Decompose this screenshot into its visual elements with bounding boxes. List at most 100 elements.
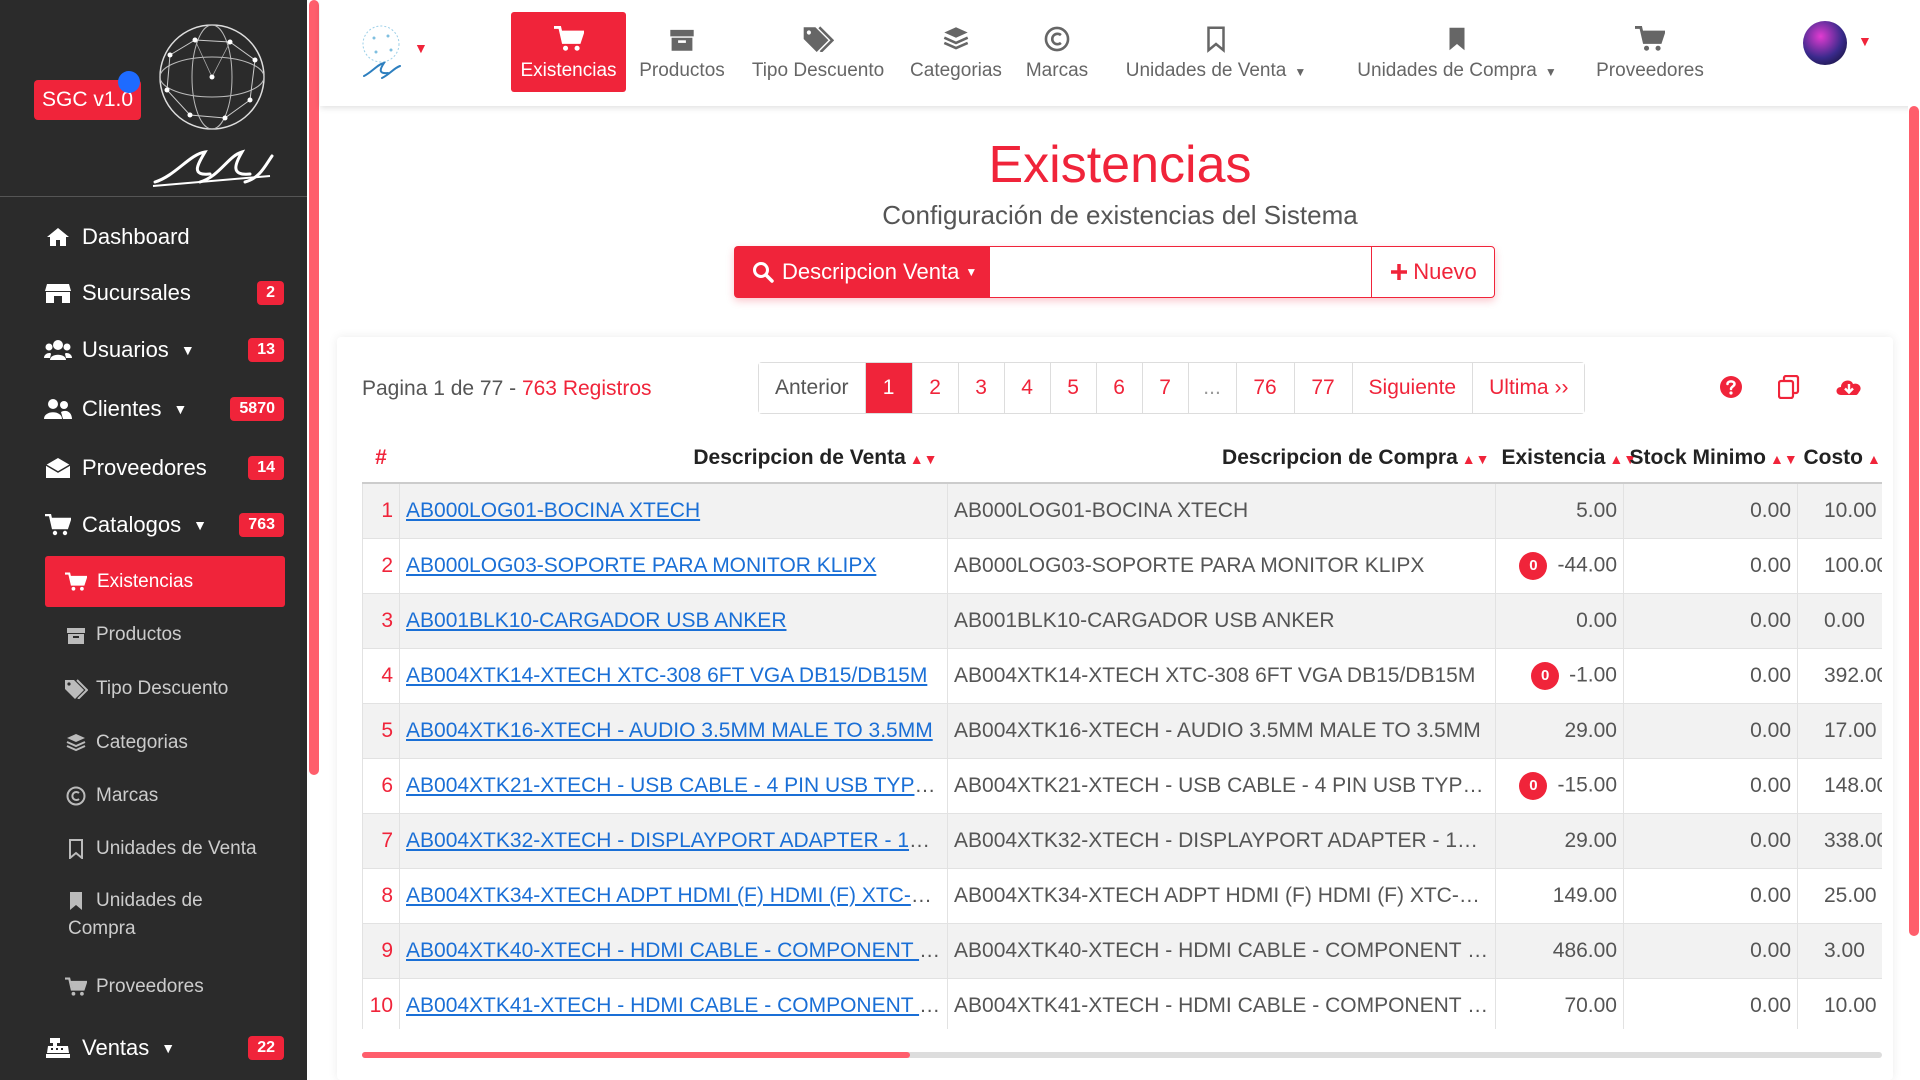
- table-row[interactable]: 8 AB004XTK34-XTECH ADPT HDMI (F) HDMI (F)…: [362, 867, 1882, 924]
- column-header-existencia[interactable]: Existencia ▲▼: [1495, 433, 1637, 484]
- search-filter-dropdown[interactable]: Descripcion Venta ▼: [734, 246, 990, 298]
- pagination: Anterior 1 2 3 4 5 6 7 ... 76 77 Siguien…: [758, 362, 1586, 414]
- pagination-page[interactable]: 4: [1003, 363, 1050, 413]
- user-avatar[interactable]: [1803, 21, 1847, 65]
- product-link[interactable]: AB004XTK34-XTECH ADPT HDMI (F) HDMI (F) …: [406, 884, 946, 907]
- pagination-page[interactable]: 77: [1293, 363, 1352, 413]
- sidebar-item-dashboard[interactable]: Dashboard: [44, 217, 284, 257]
- product-link[interactable]: AB004XTK14-XTECH XTC-308 6FT VGA DB15/DB…: [406, 664, 927, 687]
- sidebar-item-sucursales[interactable]: Sucursales 2: [44, 273, 284, 313]
- user-menu-caret-icon[interactable]: ▼: [1858, 33, 1872, 49]
- table-row[interactable]: 7 AB004XTK32-XTECH - DISPLAYPORT ADAPTER …: [362, 812, 1882, 869]
- cell-costo: 10.00: [1797, 977, 1882, 1029]
- brand-dropdown-caret-icon[interactable]: ▼: [414, 40, 428, 56]
- topnav-proveedores[interactable]: Proveedores: [1590, 12, 1710, 92]
- topnav-marcas[interactable]: Marcas: [1021, 12, 1093, 92]
- table-row[interactable]: 2 AB000LOG03-SOPORTE PARA MONITOR KLIPX AB…: [362, 537, 1882, 594]
- existencia-value: 5.00: [1576, 498, 1617, 522]
- topnav-categorias[interactable]: Categorias: [906, 12, 1006, 92]
- table-row[interactable]: 10 AB004XTK41-XTECH - HDMI CABLE - COMPON…: [362, 977, 1882, 1029]
- topnav-productos[interactable]: Productos: [632, 12, 732, 92]
- sidebar-item-proveedores[interactable]: Proveedores 14: [44, 448, 284, 488]
- pagination-next[interactable]: Siguiente: [1351, 363, 1473, 413]
- pagination-page[interactable]: 7: [1141, 363, 1188, 413]
- table-row[interactable]: 4 AB004XTK14-XTECH XTC-308 6FT VGA DB15/D…: [362, 647, 1882, 704]
- sidebar-subitem-marcas[interactable]: Marcas: [64, 785, 158, 807]
- layers-icon: [64, 732, 88, 754]
- sidebar-item-clientes[interactable]: Clientes ▼ 5870: [44, 389, 284, 429]
- existencia-value: -15.00: [1557, 773, 1617, 797]
- cell-existencia: 29.00: [1495, 812, 1624, 869]
- cell-existencia: 0.00: [1495, 592, 1624, 649]
- product-link[interactable]: AB004XTK32-XTECH - DISPLAYPORT ADAPTER -…: [406, 829, 947, 852]
- table-row[interactable]: 6 AB004XTK21-XTECH - USB CABLE - 4 PIN US…: [362, 757, 1882, 814]
- pagination-page[interactable]: 1: [864, 363, 912, 413]
- product-link[interactable]: AB004XTK21-XTECH - USB CABLE - 4 PIN USB…: [406, 774, 947, 797]
- cloud-download-icon[interactable]: [1834, 374, 1864, 400]
- sidebar-item-ventas[interactable]: Ventas ▼ 22: [44, 1028, 284, 1068]
- topnav-unidades-venta[interactable]: Unidades de Venta ▼: [1118, 12, 1314, 92]
- bookmark-icon: [64, 890, 88, 912]
- existencias-table: # Descripcion de Venta ▲▼ Descripcion de …: [362, 433, 1882, 1029]
- table-row[interactable]: 3 AB001BLK10-CARGADOR USB ANKER AB001BLK10…: [362, 592, 1882, 649]
- sidebar-subitem-label: Categorias: [96, 732, 188, 753]
- column-header-desc-compra[interactable]: Descripcion de Compra ▲▼: [947, 433, 1496, 484]
- sidebar-subitem-tipo-descuento[interactable]: Tipo Descuento: [64, 678, 228, 700]
- bookmark-icon: [1447, 22, 1467, 56]
- new-button[interactable]: Nuevo: [1371, 246, 1495, 298]
- existencias-table-container[interactable]: # Descripcion de Venta ▲▼ Descripcion de …: [362, 433, 1882, 1029]
- topnav-label: Unidades de Venta: [1125, 60, 1287, 81]
- sidebar-logo-area: SGC v1.0: [0, 0, 307, 197]
- product-link[interactable]: AB004XTK41-XTECH - HDMI CABLE - COMPONEN…: [406, 994, 947, 1017]
- copy-icon[interactable]: [1776, 374, 1802, 400]
- table-horizontal-scrollbar-thumb[interactable]: [362, 1052, 910, 1058]
- product-link[interactable]: AB004XTK16-XTECH - AUDIO 3.5MM MALE TO 3…: [406, 719, 933, 742]
- sidebar-item-usuarios[interactable]: Usuarios ▼ 13: [44, 330, 284, 370]
- table-row[interactable]: 9 AB004XTK40-XTECH - HDMI CABLE - COMPONE…: [362, 922, 1882, 979]
- sidebar-subitem-categorias[interactable]: Categorias: [64, 732, 188, 754]
- cell-desc-compra: AB004XTK21-XTECH - USB CABLE - 4 PIN USB…: [947, 757, 1496, 814]
- pagination-prev[interactable]: Anterior: [759, 363, 865, 413]
- help-icon[interactable]: [1718, 374, 1744, 400]
- count-badge: 2: [257, 281, 284, 305]
- cell-stock-minimo: 0.00: [1623, 592, 1798, 649]
- product-link[interactable]: AB000LOG01-BOCINA XTECH: [406, 499, 700, 522]
- sidebar-subitem-label: Unidades de Venta: [96, 838, 257, 859]
- pagination-page[interactable]: 76: [1235, 363, 1294, 413]
- table-row[interactable]: 5 AB004XTK16-XTECH - AUDIO 3.5MM MALE TO …: [362, 702, 1882, 759]
- column-header-costo[interactable]: Costo▲▼: [1797, 433, 1882, 484]
- main-scrollbar-thumb[interactable]: [1909, 106, 1919, 936]
- topnav-unidades-compra[interactable]: Unidades de Compra ▼: [1350, 12, 1564, 92]
- sidebar-item-catalogos[interactable]: Catalogos ▼ 763: [44, 505, 284, 545]
- pagination-page[interactable]: 2: [911, 363, 958, 413]
- search-filter-label: Descripcion Venta: [782, 259, 960, 284]
- page-title: Existencias: [988, 136, 1252, 194]
- sidebar-subitem-proveedores[interactable]: Proveedores: [64, 976, 204, 998]
- brand-logo-icon[interactable]: [358, 22, 404, 80]
- sidebar-subitem-existencias[interactable]: Existencias: [45, 556, 285, 607]
- column-header-stock-minimo[interactable]: Stock Minimo ▲▼: [1623, 433, 1798, 484]
- topnav-existencias[interactable]: Existencias: [511, 12, 626, 92]
- sidebar-item-label: Catalogos: [82, 512, 182, 537]
- sidebar-scrollbar-thumb[interactable]: [309, 0, 319, 775]
- sidebar-subitem-unidades-venta[interactable]: Unidades de Venta: [64, 838, 257, 860]
- existencia-value: 29.00: [1564, 718, 1617, 742]
- pagination-last[interactable]: Ultima ››: [1472, 363, 1585, 413]
- cell-desc-venta: AB004XTK32-XTECH - DISPLAYPORT ADAPTER -…: [399, 812, 948, 869]
- column-header-desc-venta[interactable]: Descripcion de Venta ▲▼: [399, 433, 948, 484]
- product-link[interactable]: AB004XTK40-XTECH - HDMI CABLE - COMPONEN…: [406, 939, 947, 962]
- search-input[interactable]: [990, 246, 1371, 298]
- table-row[interactable]: 1 AB000LOG01-BOCINA XTECH AB000LOG01-BOCIN…: [362, 482, 1882, 539]
- product-link[interactable]: AB001BLK10-CARGADOR USB ANKER: [406, 609, 786, 632]
- topnav-tipo-descuento[interactable]: Tipo Descuento: [745, 12, 891, 92]
- sidebar-subitem-unidades-compra[interactable]: Unidades de Compra: [64, 890, 203, 940]
- column-header-label: Existencia: [1501, 445, 1606, 469]
- chevron-down-icon: ▼: [173, 401, 188, 417]
- sidebar-subitem-productos[interactable]: Productos: [64, 624, 182, 646]
- sort-icon: ▲▼: [1461, 450, 1490, 467]
- pagination-page[interactable]: 6: [1095, 363, 1142, 413]
- pagination-page[interactable]: 3: [957, 363, 1004, 413]
- cell-desc-venta: AB000LOG01-BOCINA XTECH: [399, 482, 948, 539]
- pagination-page[interactable]: 5: [1049, 363, 1096, 413]
- product-link[interactable]: AB000LOG03-SOPORTE PARA MONITOR KLIPX: [406, 554, 876, 577]
